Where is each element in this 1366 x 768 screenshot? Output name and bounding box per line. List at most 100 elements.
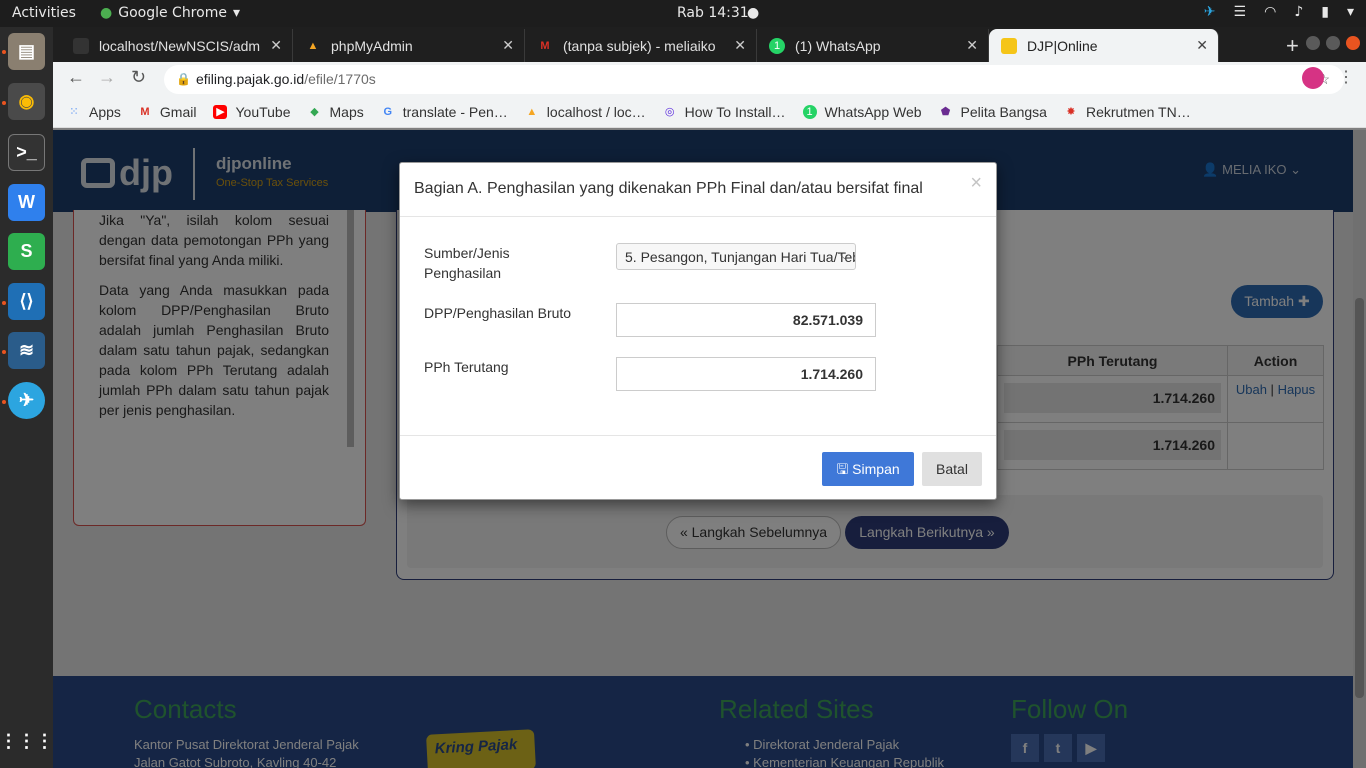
source-select[interactable]: 5. Pesangon, Tunjangan Hari Tua/Tebusan …: [616, 243, 856, 270]
power-menu-icon[interactable]: ▾: [1347, 4, 1354, 20]
profile-avatar[interactable]: [1302, 67, 1324, 89]
tab-title: (1) WhatsApp: [795, 37, 881, 54]
address-bar[interactable]: 🔒 efiling.pajak.go.id/efile/1770s ☆: [164, 65, 1344, 94]
source-label: Sumber/Jenis Penghasilan: [424, 245, 510, 281]
tab-title: phpMyAdmin: [331, 37, 413, 54]
bookmark-maps[interactable]: ◆ Maps: [308, 103, 364, 120]
minimize-icon[interactable]: [1306, 36, 1320, 50]
lock-icon: 🔒: [176, 72, 191, 86]
tab-localhost[interactable]: localhost/NewNSCIS/adm ✕: [61, 29, 293, 62]
pph-input[interactable]: 1.714.260: [616, 357, 876, 391]
notification-dot-icon: ●: [747, 5, 760, 21]
chrome-icon: ●: [100, 5, 113, 21]
modal-footer: 🖫 Simpan Batal: [400, 435, 996, 499]
bookmark-label: YouTube: [235, 103, 291, 120]
running-indicator: [2, 101, 6, 105]
dock: ▤ ◉ >_ W S ⟨⟩ ≋ ✈ ⋮⋮⋮: [0, 27, 54, 768]
running-indicator: [2, 400, 6, 404]
dpp-label: DPP/Penghasilan Bruto: [424, 305, 572, 321]
reload-icon[interactable]: ↻: [131, 67, 146, 88]
income-modal: Bagian A. Penghasilan yang dikenakan PPh…: [399, 162, 997, 500]
chrome-dock-icon[interactable]: ◉: [8, 83, 45, 120]
bookmark-label: localhost / loc…: [546, 103, 646, 120]
close-tab-icon[interactable]: ✕: [1196, 37, 1208, 54]
wifi-icon[interactable]: ◠: [1264, 4, 1276, 20]
phpmyadmin-icon: ▲: [526, 105, 538, 118]
bookmark-apps[interactable]: ⁙ Apps: [67, 104, 121, 120]
url-host: efiling.pajak.go.id: [196, 71, 305, 87]
vscode-icon[interactable]: ⟨⟩: [8, 283, 45, 320]
app-menu[interactable]: ● Google Chrome ▾: [100, 5, 240, 21]
cancel-button[interactable]: Batal: [922, 452, 982, 486]
bookmark-how-to-install[interactable]: ◎ How To Install…: [663, 104, 786, 120]
bookmark-translate[interactable]: Gtranslate - Pen…: [381, 103, 508, 120]
tab-djp-online[interactable]: DJP|Online ✕: [989, 29, 1219, 62]
bookmark-localhost[interactable]: ▲ localhost / loc…: [525, 103, 646, 120]
wps-spreadsheet-icon[interactable]: S: [8, 233, 45, 270]
activities-button[interactable]: Activities: [12, 5, 76, 21]
system-top-bar: Activities ● Google Chrome ▾ Rab 14:31 ●…: [0, 0, 1366, 27]
close-tab-icon[interactable]: ✕: [734, 37, 746, 54]
save-button-label: Simpan: [852, 461, 900, 477]
browser-toolbar: ← → ↻ 🔒 efiling.pajak.go.id/efile/1770s …: [53, 62, 1366, 96]
bookmark-label: Apps: [89, 103, 121, 120]
telegram-tray-icon[interactable]: ✈: [1204, 4, 1216, 20]
bookmark-label: translate - Pen…: [402, 103, 508, 120]
tni-icon: ✸: [1066, 105, 1076, 118]
close-tab-icon[interactable]: ✕: [502, 37, 514, 54]
chevron-down-icon: ▾: [232, 5, 240, 21]
clipboard-icon[interactable]: ☰: [1234, 4, 1247, 20]
close-icon[interactable]: ×: [970, 172, 982, 195]
bookmark-label: Maps: [329, 103, 364, 120]
whatsapp-icon: 1: [802, 104, 817, 119]
mysql-workbench-icon[interactable]: ≋: [8, 332, 45, 369]
djp-icon: [1001, 37, 1017, 54]
battery-icon[interactable]: ▮: [1321, 4, 1329, 20]
modal-header: Bagian A. Penghasilan yang dikenakan PPh…: [400, 163, 996, 217]
pelita-bangsa-icon: ⬟: [940, 105, 951, 118]
floppy-disk-icon: 🖫: [836, 461, 853, 477]
maximize-icon[interactable]: [1326, 36, 1340, 50]
wps-writer-icon[interactable]: W: [8, 184, 45, 221]
bookmark-label: Pelita Bangsa: [960, 103, 1047, 120]
modal-title: Bagian A. Penghasilan yang dikenakan PPh…: [414, 180, 923, 197]
show-applications-icon[interactable]: ⋮⋮⋮: [0, 723, 54, 760]
running-indicator: [2, 301, 6, 305]
gmail-icon: M: [540, 39, 550, 52]
bookmark-whatsapp-web[interactable]: 1 WhatsApp Web: [802, 104, 922, 120]
terminal-icon[interactable]: >_: [8, 134, 45, 171]
tab-gmail[interactable]: M (tanpa subjek) - meliaiko ✕: [525, 29, 757, 62]
url-path: /efile/1770s: [304, 71, 376, 87]
close-window-icon[interactable]: [1346, 36, 1360, 50]
save-button[interactable]: 🖫 Simpan: [822, 452, 914, 486]
new-tab-button[interactable]: +: [1286, 33, 1299, 59]
tab-title: (tanpa subjek) - meliaiko: [563, 37, 716, 54]
bookmark-gmail[interactable]: M Gmail: [138, 103, 197, 120]
back-icon[interactable]: ←: [67, 67, 85, 88]
bookmark-label: Gmail: [159, 103, 197, 120]
tab-title: DJP|Online: [1027, 37, 1098, 54]
bookmark-rekrutmen[interactable]: ✸ Rekrutmen TN…: [1064, 104, 1190, 120]
files-icon[interactable]: ▤: [8, 33, 45, 70]
clock[interactable]: Rab 14:31: [677, 5, 749, 21]
chrome-menu-icon[interactable]: ⋮: [1338, 67, 1354, 87]
forward-icon[interactable]: →: [98, 67, 116, 88]
app-menu-label: Google Chrome: [118, 5, 227, 21]
telegram-icon[interactable]: ✈: [8, 382, 45, 419]
window-controls: [1306, 36, 1360, 50]
close-tab-icon[interactable]: ✕: [966, 37, 978, 54]
system-tray[interactable]: ✈ ☰ ◠ ♪ ▮ ▾: [1204, 4, 1354, 20]
apps-grid-icon: ⁙: [69, 105, 79, 118]
running-indicator: [2, 50, 6, 54]
tab-whatsapp[interactable]: 1 (1) WhatsApp ✕: [757, 29, 989, 62]
youtube-icon: ▶: [213, 104, 228, 119]
bookmark-youtube[interactable]: ▶ YouTube: [213, 103, 291, 120]
tab-phpmyadmin[interactable]: ▲ phpMyAdmin ✕: [293, 29, 525, 62]
gmail-icon: M: [140, 105, 150, 118]
pph-label: PPh Terutang: [424, 359, 509, 375]
bookmark-pelita-bangsa[interactable]: ⬟ Pelita Bangsa: [939, 104, 1047, 120]
chevron-down-icon: ⌵: [839, 248, 849, 262]
dpp-input[interactable]: 82.571.039: [616, 303, 876, 337]
volume-icon[interactable]: ♪: [1294, 4, 1303, 20]
close-tab-icon[interactable]: ✕: [270, 37, 282, 54]
